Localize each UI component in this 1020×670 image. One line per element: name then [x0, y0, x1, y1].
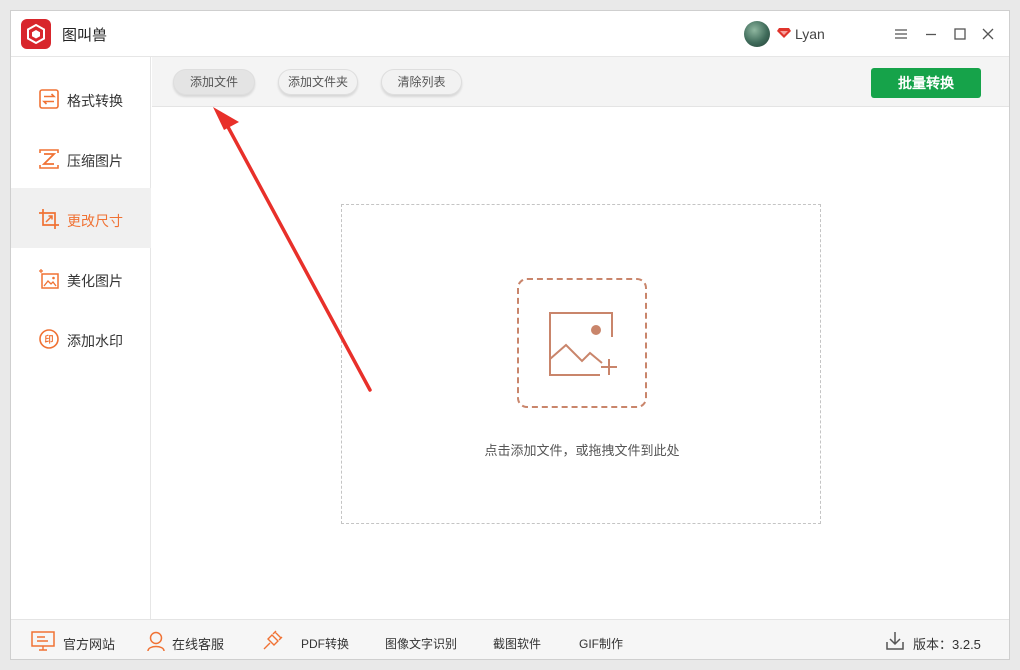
footer-bar: 官方网站 在线客服 PDF转换 图像文字识别 截图软件 GIF制作 版本：3.2… [11, 619, 1009, 659]
add-folder-button[interactable]: 添加文件夹 [278, 69, 358, 95]
close-button[interactable] [976, 22, 1000, 46]
footer-label: 图像文字识别 [385, 637, 458, 651]
maximize-button[interactable] [948, 22, 972, 46]
footer-label: 截图软件 [493, 637, 542, 651]
sidebar-item-watermark[interactable]: 印 添加水印 [11, 308, 151, 368]
resize-icon [39, 209, 59, 229]
title-bar: 图叫兽 Lyan [11, 11, 1009, 57]
username[interactable]: Lyan [795, 26, 825, 42]
beautify-icon [39, 269, 59, 289]
toolbar: 添加文件 添加文件夹 清除列表 批量转换 [152, 57, 1009, 107]
sidebar-item-label: 格式转换 [67, 93, 123, 109]
plugin-icon [263, 630, 283, 650]
clear-list-button[interactable]: 清除列表 [381, 69, 462, 95]
customer-service-icon [147, 631, 165, 652]
footer-label: 官方网站 [63, 637, 116, 652]
download-icon [886, 632, 904, 650]
batch-convert-button[interactable]: 批量转换 [871, 68, 981, 98]
watermark-icon: 印 [39, 329, 59, 349]
app-title: 图叫兽 [62, 27, 108, 44]
footer-label: 在线客服 [172, 637, 225, 652]
monitor-icon [31, 631, 55, 651]
user-avatar[interactable] [744, 21, 770, 47]
minimize-icon [926, 33, 936, 36]
vip-diamond-icon [777, 28, 791, 38]
sidebar-item-label: 添加水印 [67, 333, 123, 349]
svg-text:印: 印 [44, 334, 53, 346]
menu-button[interactable] [889, 22, 913, 46]
sidebar-item-label: 美化图片 [67, 273, 123, 289]
format-convert-icon [39, 89, 59, 109]
footer-label: GIF制作 [579, 637, 623, 651]
sidebar-item-format-convert[interactable]: 格式转换 [11, 68, 151, 128]
sidebar-item-compress[interactable]: 压缩图片 [11, 128, 151, 188]
sidebar-item-resize[interactable]: 更改尺寸 [11, 188, 151, 248]
app-window: 图叫兽 Lyan 格式转换 压缩图片 更改尺寸 美化图片 印 添加水印 添加文件… [10, 10, 1010, 660]
file-drop-zone[interactable]: 点击添加文件，或拖拽文件到此处 [341, 204, 821, 524]
footer-label: PDF转换 [301, 637, 350, 651]
add-image-icon [549, 312, 617, 376]
add-image-button[interactable] [517, 278, 647, 408]
add-file-button[interactable]: 添加文件 [173, 69, 255, 95]
version-label: 版本：3.2.5 [913, 637, 981, 652]
maximize-icon [954, 28, 966, 40]
app-logo-icon [21, 19, 51, 49]
compress-icon [39, 149, 59, 169]
minimize-button[interactable] [919, 22, 943, 46]
close-icon [982, 28, 994, 40]
sidebar-item-label: 压缩图片 [67, 153, 123, 169]
drop-hint-text: 点击添加文件，或拖拽文件到此处 [484, 443, 680, 458]
hamburger-menu-icon [895, 29, 907, 39]
sidebar-item-label: 更改尺寸 [67, 213, 123, 229]
sidebar: 格式转换 压缩图片 更改尺寸 美化图片 印 添加水印 [11, 57, 151, 619]
sidebar-item-beautify[interactable]: 美化图片 [11, 248, 151, 308]
